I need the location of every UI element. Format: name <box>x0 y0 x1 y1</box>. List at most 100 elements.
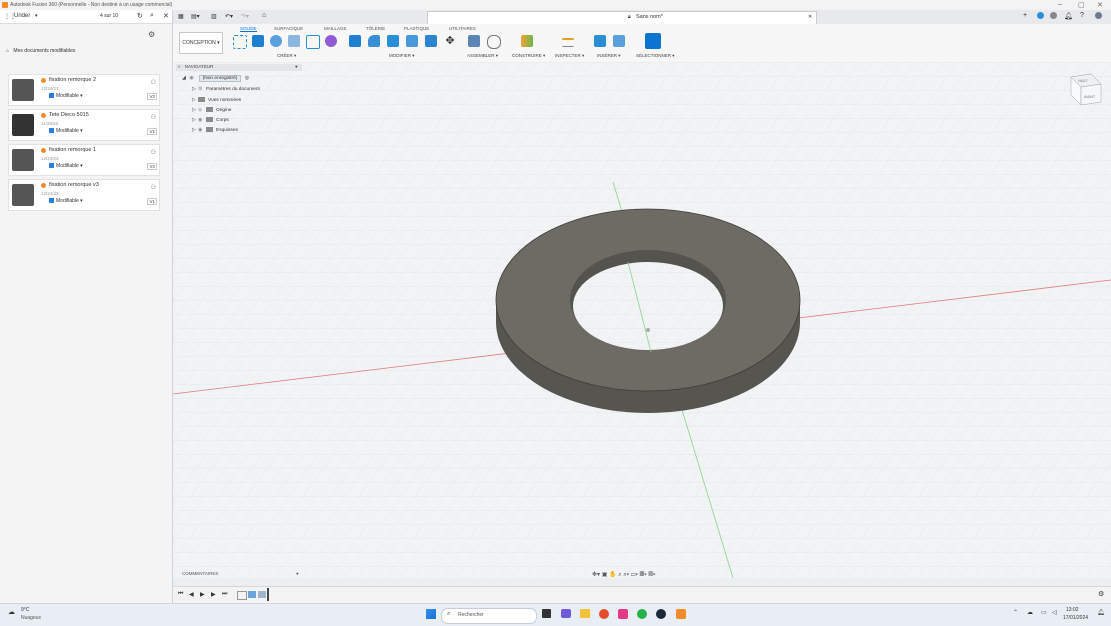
task-view-icon[interactable] <box>542 609 551 618</box>
group-inspect[interactable]: INSPECTER ▾ <box>555 53 584 59</box>
help-icon[interactable]: ? <box>1080 12 1084 19</box>
design-canvas[interactable]: HAUT AVANT <box>173 62 1111 578</box>
shell-icon[interactable] <box>406 35 418 47</box>
document-tab[interactable]: 🔒︎ Sans nom* ✕ <box>427 11 817 24</box>
group-insert[interactable]: INSÉRER ▾ <box>597 53 621 59</box>
document-mode[interactable]: Modifiable ▾ <box>49 163 83 169</box>
home-icon[interactable]: ⌂ <box>6 48 9 54</box>
insert-image-icon[interactable] <box>613 35 625 47</box>
timeline-sketch-icon[interactable] <box>237 591 247 600</box>
activate-radio-icon[interactable]: ◎ <box>245 76 249 81</box>
minimize-icon[interactable]: – <box>1058 1 1062 8</box>
move-icon[interactable]: ✥ <box>444 35 456 47</box>
teams-icon[interactable] <box>561 609 571 618</box>
file-explorer-icon[interactable] <box>580 609 590 618</box>
chamfer-icon[interactable] <box>387 35 399 47</box>
document-card[interactable]: fixation remorque 1 12/24/23 Modifiable … <box>8 144 160 176</box>
go-start-icon[interactable]: ⏮ <box>178 591 183 598</box>
fillet-icon[interactable] <box>368 35 380 47</box>
caret-down-icon[interactable]: ◢ <box>182 76 188 81</box>
create-sketch-icon[interactable] <box>233 35 247 49</box>
form-icon[interactable] <box>325 35 337 47</box>
tab-plastique[interactable]: PLASTIQUE <box>404 26 429 31</box>
document-version[interactable]: V1 <box>147 128 157 135</box>
step-forward-icon[interactable]: ▶ <box>211 591 216 598</box>
tab-utilitaires[interactable]: UTILITAIRES <box>449 26 476 31</box>
taskbar-search[interactable]: ⌕ Rechercher <box>441 608 537 624</box>
joint-icon[interactable] <box>487 35 501 49</box>
visibility-icon[interactable]: ◉ <box>198 118 206 123</box>
browser-item-origine[interactable]: ▷ ◉ Origine <box>192 107 231 113</box>
revolve-icon[interactable] <box>270 35 282 47</box>
browser-item-vues[interactable]: ▷ Vues nommées <box>192 97 241 103</box>
document-version[interactable]: V1 <box>147 198 157 205</box>
document-card[interactable]: fixation remorque 2 12/24/23 Modifiable … <box>8 74 160 106</box>
timeline-extrude-icon[interactable] <box>248 591 256 598</box>
tray-overflow-icon[interactable]: ⌃ <box>1013 609 1018 616</box>
measure-icon[interactable] <box>562 38 574 47</box>
start-icon[interactable] <box>426 609 436 619</box>
viewports-icon[interactable]: ▤▾ <box>648 572 655 578</box>
search-icon[interactable]: ⌕ <box>150 12 154 20</box>
grid-settings-icon[interactable]: ▦▾ <box>640 572 647 578</box>
offset-plane-icon[interactable] <box>521 35 533 47</box>
fusion-taskbar-icon[interactable] <box>676 609 686 619</box>
browser-item-corps[interactable]: ▷ ◉ Corps <box>192 117 229 123</box>
fit-icon[interactable]: ⌕▾ <box>623 572 629 578</box>
job-status-icon[interactable] <box>1050 12 1057 19</box>
undo-icon[interactable]: ↶▾ <box>225 13 233 20</box>
group-modify[interactable]: MODIFIER ▾ <box>389 53 415 59</box>
notifications-icon[interactable]: 🔔︎ <box>1064 12 1073 20</box>
share-icon[interactable]: ⚇ <box>151 114 156 121</box>
avatar[interactable] <box>1095 12 1102 19</box>
breadcrumb[interactable]: ⌂ Mes documents modifiables <box>6 48 75 54</box>
browser-item-parametres[interactable]: ▷ ⚙ Paramètres du document <box>192 87 260 92</box>
document-version[interactable]: V2 <box>147 163 157 170</box>
file-menu-icon[interactable]: ▤▾ <box>191 13 200 20</box>
combine-icon[interactable] <box>425 35 437 47</box>
group-construct[interactable]: CONSTRUIRE ▾ <box>512 53 545 59</box>
insert-derive-icon[interactable] <box>594 35 606 47</box>
workspace-switcher[interactable]: CONCEPTION ▾ <box>179 32 223 54</box>
clock-date[interactable]: 17/01/2024 <box>1063 615 1088 621</box>
pattern-icon[interactable] <box>306 35 320 49</box>
comments-bar[interactable]: COMMENTAIRES ● <box>182 571 302 580</box>
redo-icon[interactable]: ↷▾ <box>241 13 249 20</box>
timeline-marker[interactable] <box>267 588 269 601</box>
network-icon[interactable]: ▭ <box>1041 609 1047 616</box>
tab-tolerie[interactable]: TÔLERIE <box>366 26 385 31</box>
tab-surfacique[interactable]: SURFACIQUE <box>274 26 303 31</box>
maximize-icon[interactable]: ▢ <box>1078 1 1085 9</box>
root-component-label[interactable]: (Non enregistré) <box>198 75 242 82</box>
clock-time[interactable]: 13:02 <box>1066 607 1079 613</box>
tab-solide[interactable]: SOLIDE <box>240 26 257 32</box>
whatsapp-icon[interactable] <box>637 609 647 619</box>
browser-root[interactable]: ◢ ◉ (Non enregistré) ◎ <box>182 75 249 82</box>
browser-header[interactable]: « NAVIGATEUR ● <box>176 64 302 71</box>
extrude-icon[interactable] <box>252 35 264 47</box>
play-icon[interactable]: ▶ <box>200 591 205 598</box>
refresh-icon[interactable]: ↻ <box>137 12 143 20</box>
visibility-icon[interactable]: ◉ <box>189 76 197 81</box>
weather-icon[interactable]: ☁ <box>8 608 15 616</box>
share-icon[interactable]: ⚇ <box>151 149 156 156</box>
pin-icon[interactable]: ● <box>296 571 299 576</box>
pan-icon[interactable]: ✋ <box>609 572 616 578</box>
document-version[interactable]: V2 <box>147 93 157 100</box>
visibility-icon[interactable]: ◉ <box>198 128 206 133</box>
go-end-icon[interactable]: ⏭ <box>222 591 227 598</box>
user-name[interactable]: Under <box>14 13 30 19</box>
new-component-icon[interactable] <box>468 35 480 47</box>
press-pull-icon[interactable] <box>349 35 361 47</box>
cloud-icon[interactable]: ☁ <box>1027 609 1033 616</box>
browser-icon[interactable] <box>599 609 609 619</box>
collapse-icon[interactable]: « <box>178 64 181 69</box>
home-icon[interactable]: ⌂ <box>262 12 266 19</box>
timeline-settings-icon[interactable]: ⚙ <box>1098 590 1104 598</box>
document-mode[interactable]: Modifiable ▾ <box>49 128 83 134</box>
apps-grid-icon[interactable]: ▦ <box>178 13 184 20</box>
step-back-icon[interactable]: ◀ <box>189 591 194 598</box>
steam-icon[interactable] <box>656 609 666 619</box>
settings-gear-icon[interactable]: ⚙ <box>148 30 155 39</box>
document-card[interactable]: fixation remorque v3 12/24/23 Modifiable… <box>8 179 160 211</box>
